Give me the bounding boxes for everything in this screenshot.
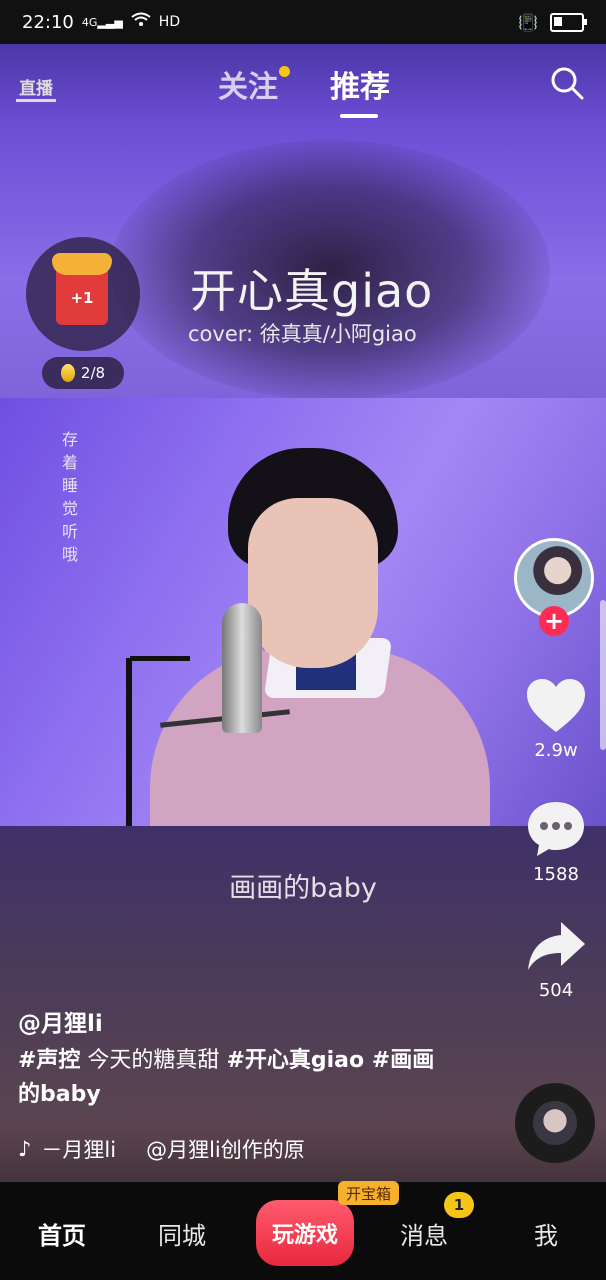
hd-label: HD [158,14,181,30]
reward-plus: +1 [70,289,94,307]
nav-home[interactable]: 首页 [38,1216,86,1251]
song-cover-credit: cover: 徐真真/小阿giao [188,322,417,346]
mic-stand [126,658,132,826]
top-nav: 直播 关注 推荐 [0,50,606,120]
music-disc[interactable] [515,1083,595,1163]
music-note-icon: ♪ [18,1137,32,1161]
tab-recommend[interactable]: 推荐 [330,62,390,118]
post-caption: #声控 今天的糖真甜 #开心真giao #画画的baby [18,1044,448,1112]
share-count: 504 [538,980,574,1001]
like-count: 2.9w [534,740,578,761]
hashtag-song[interactable]: #开心真giao [226,1048,364,1073]
mic-stand-arm [130,656,190,661]
like-button[interactable]: 2.9w [515,678,597,761]
follow-button[interactable]: + [539,606,569,636]
gold-egg-icon [60,364,75,382]
disc-cover [533,1101,577,1145]
tab-recommend-label: 推荐 [330,70,390,105]
network-label: 4G [81,15,98,29]
live-icon[interactable]: 直播 [16,62,56,102]
music-info[interactable]: ♪ －月狸li @月狸li创作的原 [18,1134,305,1164]
nav-messages[interactable]: 消息 [400,1216,448,1251]
new-content-dot [279,66,290,77]
play-game-button[interactable]: 玩游戏 [256,1200,354,1266]
microphone [222,603,262,733]
song-title: 开心真giao [190,264,434,318]
music-author: －月狸li [41,1138,117,1162]
coin-progress-text: 2/8 [80,364,106,382]
comment-icon [528,802,584,856]
tab-follow-label: 关注 [218,70,278,105]
singer-face [248,498,378,668]
video-side-text: 存着睡觉听哦 [62,430,79,564]
open-chest-tag[interactable]: 开宝箱 [338,1181,400,1205]
messages-badge: 1 [444,1192,474,1218]
red-packet-widget[interactable]: +1 [26,237,140,351]
share-arrow-icon [528,922,585,970]
music-credit: @月狸li创作的原 [146,1138,305,1162]
share-button[interactable]: 504 [515,920,597,1001]
hashtag-voice[interactable]: #声控 [18,1048,80,1073]
coin-progress: 2/8 [42,357,124,389]
side-scroll-handle[interactable] [600,600,606,750]
wifi-icon [131,12,151,33]
tab-follow[interactable]: 关注 [218,62,290,106]
nav-me[interactable]: 我 [534,1216,558,1251]
author-name[interactable]: @月狸li [18,1004,103,1038]
comment-button[interactable]: 1588 [515,800,597,885]
battery-icon [550,12,587,32]
status-bar: 22:10 4G▂▃▅ HD 📳 [0,0,606,44]
signal-icon: 4G▂▃▅ [81,15,123,29]
red-envelope-icon: +1 [52,253,112,325]
active-tab-indicator [340,114,378,118]
screen: 22:10 4G▂▃▅ HD 📳 直播 关注 推荐 开心真giao cover:… [0,0,606,1280]
vibrate-icon: 📳 [518,12,538,32]
caption-text: 今天的糖真甜 [80,1048,227,1073]
comment-count: 1588 [533,864,579,885]
search-icon[interactable] [550,66,584,100]
heart-icon [527,679,585,732]
nav-local[interactable]: 同城 [158,1216,206,1251]
status-time: 22:10 [22,11,74,33]
video-frame[interactable]: 存着睡觉听哦 [0,398,606,826]
